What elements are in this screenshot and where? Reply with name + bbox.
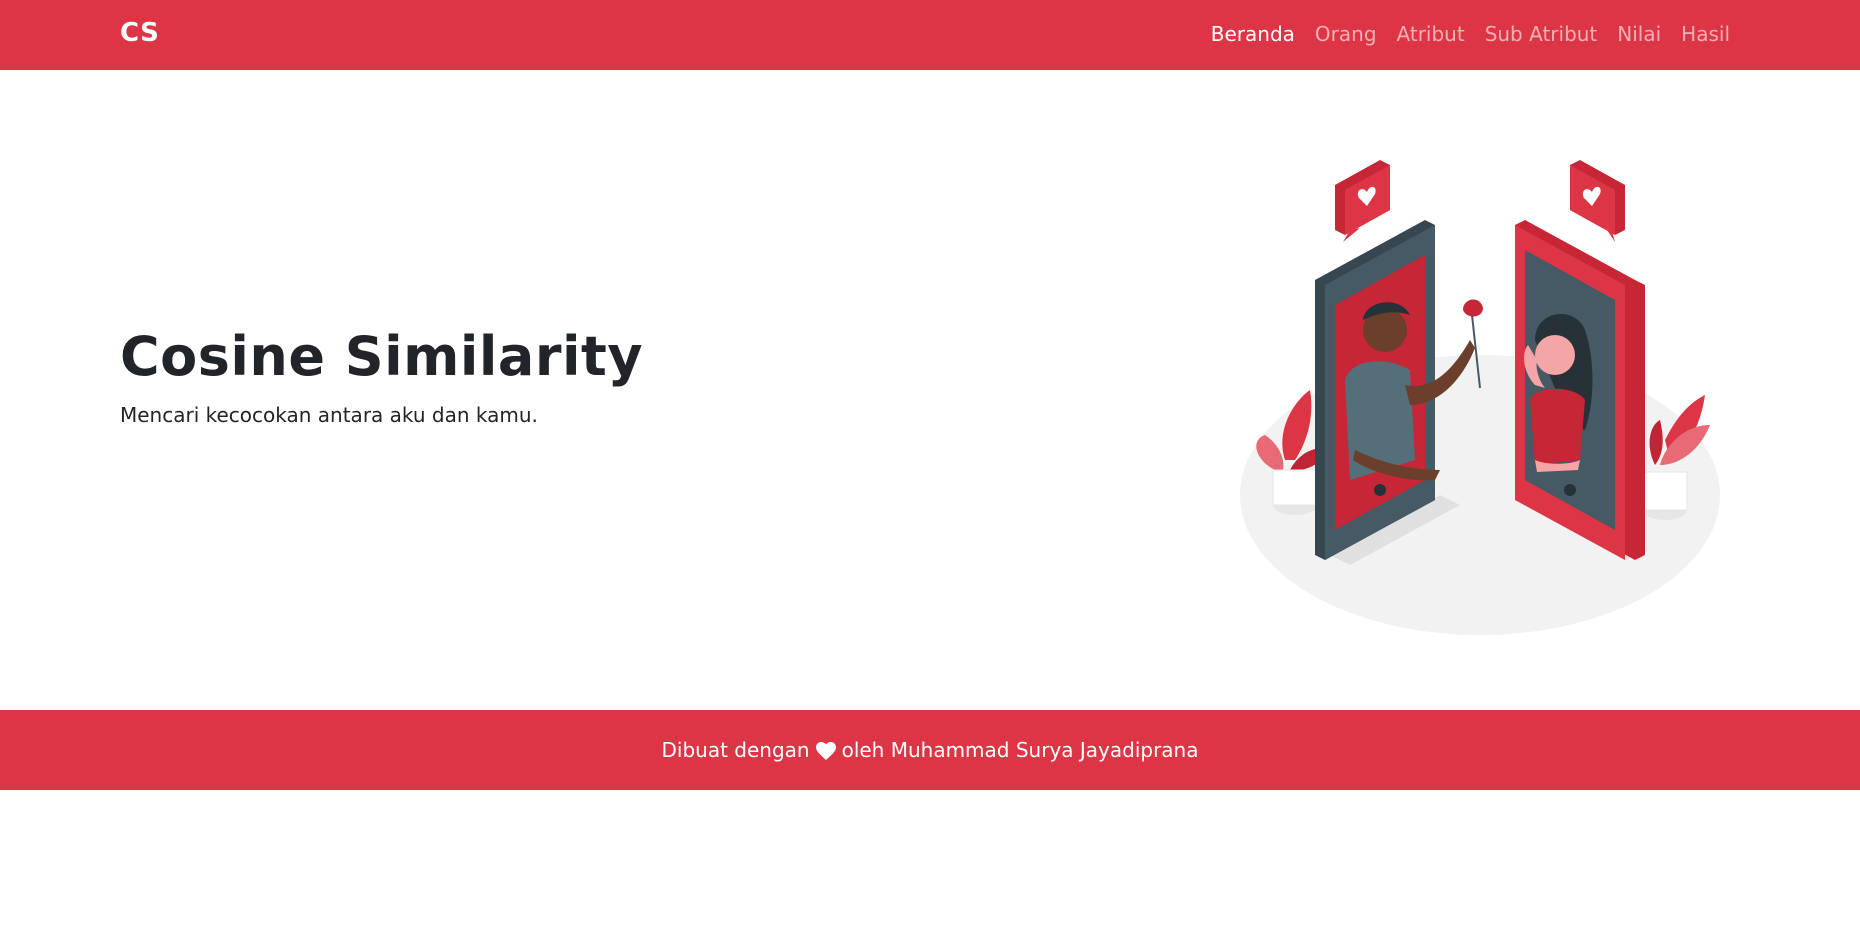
heart-icon bbox=[815, 742, 836, 760]
navbar: CS Beranda Orang Atribut Sub Atribut Nil… bbox=[0, 0, 1860, 70]
couple-phones-illustration bbox=[1240, 160, 1720, 635]
nav-link-orang[interactable]: Orang bbox=[1315, 22, 1377, 46]
heart-bubble-right-icon bbox=[1570, 160, 1625, 242]
footer-suffix: oleh Muhammad Surya Jayadiprana bbox=[841, 738, 1199, 762]
footer: Dibuat dengan oleh Muhammad Surya Jayadi… bbox=[0, 710, 1860, 790]
nav-link-hasil[interactable]: Hasil bbox=[1681, 22, 1730, 46]
heart-bubble-left-icon bbox=[1335, 160, 1390, 242]
nav-links: Beranda Orang Atribut Sub Atribut Nilai … bbox=[1211, 22, 1730, 46]
page-title: Cosine Similarity bbox=[120, 325, 644, 388]
right-phone-icon bbox=[1515, 220, 1645, 560]
page-subtitle: Mencari kecocokan antara aku dan kamu. bbox=[120, 403, 538, 427]
nav-link-sub-atribut[interactable]: Sub Atribut bbox=[1485, 22, 1598, 46]
nav-link-beranda[interactable]: Beranda bbox=[1211, 22, 1295, 46]
footer-prefix: Dibuat dengan bbox=[661, 738, 810, 762]
nav-link-atribut[interactable]: Atribut bbox=[1397, 22, 1465, 46]
nav-link-nilai[interactable]: Nilai bbox=[1617, 22, 1661, 46]
brand-logo[interactable]: CS bbox=[120, 18, 159, 48]
